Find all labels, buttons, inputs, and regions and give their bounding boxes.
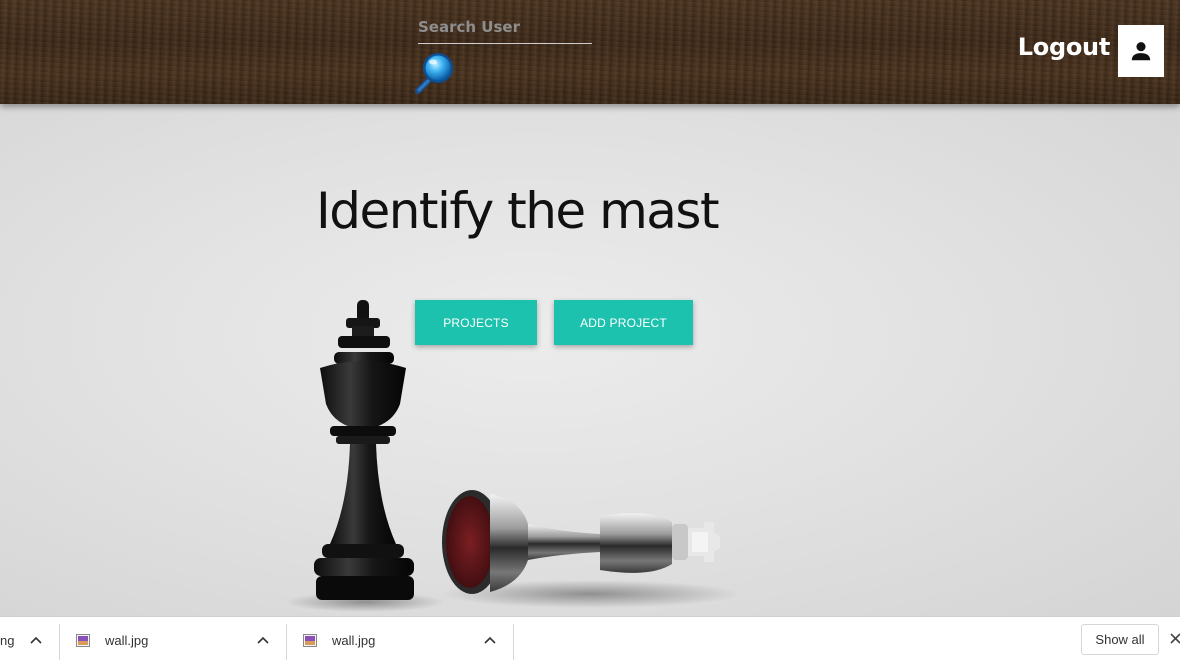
magnifier-icon[interactable]	[414, 49, 460, 95]
person-icon	[1131, 42, 1151, 61]
download-filename: ng	[0, 633, 15, 648]
download-item[interactable]: wall.jpg	[303, 617, 483, 664]
divider	[513, 624, 514, 660]
chevron-up-icon[interactable]	[29, 633, 43, 647]
divider	[59, 624, 60, 660]
image-file-icon	[303, 633, 317, 647]
show-all-button[interactable]: Show all	[1081, 624, 1159, 655]
page-title: Identify the mast	[316, 182, 720, 240]
download-item[interactable]: wall.jpg	[76, 617, 256, 664]
close-icon[interactable]	[1169, 632, 1180, 646]
projects-button[interactable]: PROJECTS	[415, 300, 537, 345]
download-bar: ng wall.jpg wall.jpg Show all	[0, 616, 1180, 664]
download-filename: wall.jpg	[105, 633, 149, 648]
chevron-up-icon[interactable]	[483, 633, 497, 647]
image-file-icon	[76, 633, 90, 647]
top-header: Logout	[0, 0, 1180, 104]
add-project-button[interactable]: ADD PROJECT	[554, 300, 693, 345]
chess-pieces-image	[285, 300, 740, 612]
hero-section: Identify the mast PROJECTS ADD PROJECT	[0, 104, 1180, 616]
chevron-up-icon[interactable]	[256, 633, 270, 647]
divider	[286, 624, 287, 660]
user-avatar-button[interactable]	[1118, 25, 1164, 77]
logout-link[interactable]: Logout	[1018, 33, 1111, 61]
search-user-input[interactable]	[418, 10, 592, 44]
download-filename: wall.jpg	[332, 633, 376, 648]
search-wrapper	[418, 10, 592, 44]
